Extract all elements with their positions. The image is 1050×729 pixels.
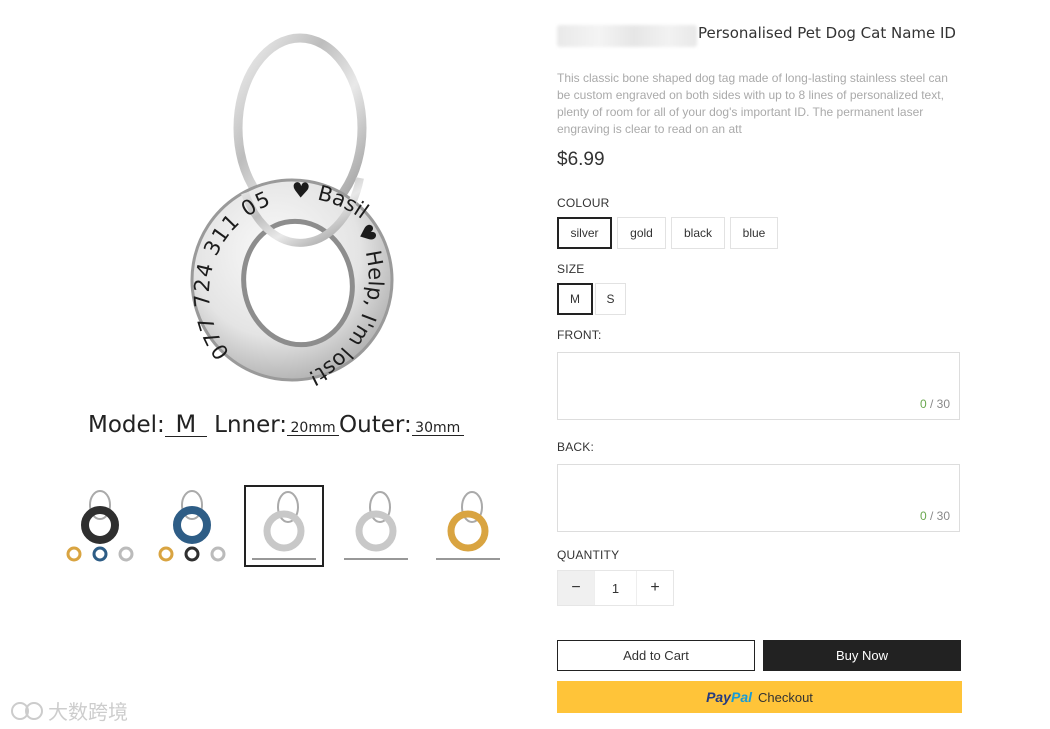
thumbnail-silver-selected[interactable]	[244, 485, 324, 567]
watermark: 大数跨境	[10, 696, 128, 725]
front-char-counter: 0 / 30	[919, 397, 950, 411]
size-spec-caption: Model: M Lnner: 20mm Outer: 30mm	[88, 412, 528, 438]
product-title: Personalised Pet Dog Cat Name ID	[698, 24, 956, 42]
back-engraving-input[interactable]	[558, 465, 959, 531]
purchase-buttons: Add to Cart Buy Now	[557, 640, 962, 671]
product-title-row: Personalised Pet Dog Cat Name ID	[557, 18, 962, 48]
thumbnail-gold[interactable]	[428, 485, 508, 567]
product-price: $6.99	[557, 149, 605, 170]
add-to-cart-button[interactable]: Add to Cart	[557, 640, 755, 671]
quantity-decrease-button[interactable]: −	[558, 571, 594, 605]
buy-now-button[interactable]: Buy Now	[763, 640, 961, 671]
colour-option-silver[interactable]: silver	[557, 217, 612, 249]
quantity-increase-button[interactable]: +	[637, 571, 673, 605]
thumbnail-strip	[60, 485, 508, 567]
thumbnail-black[interactable]	[60, 485, 140, 567]
size-option-m[interactable]: M	[557, 283, 593, 315]
product-description: This classic bone shaped dog tag made of…	[557, 71, 948, 136]
back-label: BACK:	[557, 440, 595, 454]
size-options: M S	[557, 283, 962, 315]
main-product-image: 077 724 311 05 ♥ Basil ♥ Help, I'm lost!	[60, 18, 520, 468]
thumbnail-silver[interactable]	[336, 485, 416, 567]
back-text-box: 0 / 30	[557, 464, 960, 532]
thumbnail-blue[interactable]	[152, 485, 232, 567]
quantity-label: QUANTITY	[557, 548, 620, 562]
paypal-checkout-button[interactable]: Pay Pal Checkout	[557, 681, 962, 713]
colour-options: silver gold black blue	[557, 217, 962, 249]
front-text-box: 0 / 30	[557, 352, 960, 420]
size-label: SIZE	[557, 262, 585, 276]
back-char-counter: 0 / 30	[919, 509, 950, 523]
quantity-stepper: − 1 +	[557, 570, 674, 606]
paypal-checkout-label: Checkout	[758, 689, 813, 705]
watermark-logo-icon	[11, 701, 43, 720]
watermark-text: 大数跨境	[48, 700, 128, 724]
blurred-brand-name	[557, 25, 697, 47]
size-option-s[interactable]: S	[595, 283, 626, 315]
colour-option-black[interactable]: black	[671, 217, 725, 249]
colour-option-gold[interactable]: gold	[617, 217, 666, 249]
colour-option-blue[interactable]: blue	[730, 217, 778, 249]
paypal-logo-pay: Pay	[706, 689, 731, 705]
quantity-input[interactable]: 1	[594, 571, 637, 605]
front-engraving-input[interactable]	[558, 353, 959, 419]
product-info-panel: Personalised Pet Dog Cat Name ID This cl…	[557, 18, 962, 713]
front-label: FRONT:	[557, 328, 602, 342]
paypal-logo-pal: Pal	[730, 689, 752, 705]
colour-label: COLOUR	[557, 196, 610, 210]
